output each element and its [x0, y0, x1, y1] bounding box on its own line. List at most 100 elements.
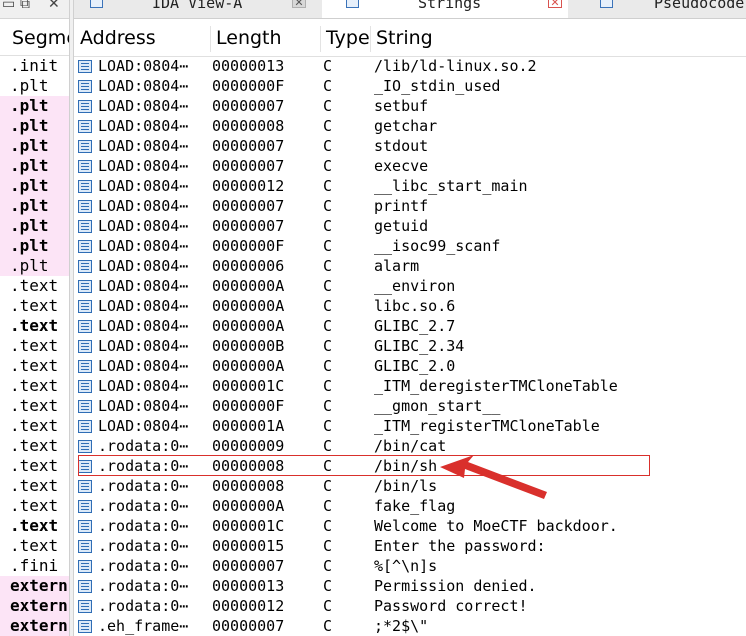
segment-row[interactable]: extern — [0, 576, 69, 596]
column-header-type[interactable]: Type — [320, 20, 370, 56]
table-row[interactable]: LOAD:0804⋯ 00000013 C/lib/ld-linux.so.2 — [74, 56, 746, 76]
table-row[interactable]: LOAD:0804⋯ 0000000A C __environ — [74, 276, 746, 296]
close-icon[interactable]: ✕ — [48, 0, 60, 12]
segment-row[interactable]: .plt — [0, 216, 69, 236]
cell-string: getchar — [374, 117, 438, 135]
cell-type: C — [323, 617, 333, 635]
table-row[interactable]: .rodata:0⋯ 00000013 C Permission denied. — [74, 576, 746, 596]
cell-address: LOAD:0804⋯ — [98, 297, 189, 315]
cell-address: LOAD:0804⋯ — [98, 77, 189, 95]
table-row[interactable]: LOAD:0804⋯ 00000007 Cstdout — [74, 136, 746, 156]
cell-string: fake_flag — [374, 497, 456, 515]
cell-length: 0000001C — [212, 377, 285, 395]
table-row[interactable]: LOAD:0804⋯ 0000000B C GLIBC_2.34 — [74, 336, 746, 356]
segment-row[interactable]: .text — [0, 456, 69, 476]
string-item-icon — [78, 320, 92, 333]
cell-length: 0000001A — [212, 417, 285, 435]
segment-row[interactable]: .fini — [0, 556, 69, 576]
segment-row[interactable]: .text — [0, 396, 69, 416]
table-row[interactable]: .rodata:0⋯ 00000012 C Password correct! — [74, 596, 746, 616]
table-row[interactable]: .eh_frame⋯ 00000007 C ;*2$\" — [74, 616, 746, 636]
tab-close-icon[interactable]: ✕ — [548, 0, 562, 9]
cell-type: C — [323, 297, 333, 315]
segment-row[interactable]: .text — [0, 416, 69, 436]
column-header-address[interactable]: Address — [74, 20, 210, 56]
table-row[interactable]: LOAD:0804⋯ 00000007 Csetbuf — [74, 96, 746, 116]
cell-type: C — [323, 377, 333, 395]
table-row[interactable]: .rodata:0⋯ 00000007 C %[^\n]s — [74, 556, 746, 576]
table-row[interactable]: .rodata:0⋯ 0000000A Cfake_flag — [74, 496, 746, 516]
tab-pseudocode[interactable]: Pseudocode- — [578, 0, 746, 18]
cell-string: stdout — [374, 137, 429, 155]
segments-panel: ▭ ⧉ ✕ Segment .init.plt.plt.plt.plt.plt.… — [0, 0, 69, 636]
tab-strings[interactable]: Strings ✕ — [322, 0, 568, 18]
column-header-string[interactable]: String — [370, 20, 746, 56]
segment-row[interactable]: .text — [0, 536, 69, 556]
segment-row[interactable]: .plt — [0, 116, 69, 136]
cell-type: C — [323, 337, 333, 355]
table-row[interactable]: LOAD:0804⋯ 0000000F C __gmon_start__ — [74, 396, 746, 416]
column-header-length[interactable]: Length — [210, 20, 320, 56]
string-item-icon — [78, 460, 92, 473]
segment-row[interactable]: .text — [0, 296, 69, 316]
segment-row[interactable]: .text — [0, 476, 69, 496]
cell-address: LOAD:0804⋯ — [98, 377, 189, 395]
segment-row[interactable]: .text — [0, 276, 69, 296]
segment-row[interactable]: .text — [0, 496, 69, 516]
table-row[interactable]: .rodata:0⋯ 00000008 C/bin/ls — [74, 476, 746, 496]
restore-icon[interactable]: ▭ — [2, 0, 15, 12]
cell-type: C — [323, 177, 333, 195]
cell-length: 0000000A — [212, 297, 285, 315]
segment-row[interactable]: .plt — [0, 76, 69, 96]
segment-row[interactable]: .plt — [0, 96, 69, 116]
segment-row[interactable]: .plt — [0, 196, 69, 216]
table-row[interactable]: .rodata:0⋯ 0000001C C Welcome to MoeCTF bac… — [74, 516, 746, 536]
table-row[interactable]: LOAD:0804⋯ 0000000A Clibc.so.6 — [74, 296, 746, 316]
segment-row[interactable]: .text — [0, 516, 69, 536]
table-row[interactable]: LOAD:0804⋯ 0000000A C GLIBC_2.7 — [74, 316, 746, 336]
cell-type: C — [323, 497, 333, 515]
maximize-icon[interactable]: ⧉ — [20, 0, 30, 12]
table-row[interactable]: LOAD:0804⋯ 0000000A C GLIBC_2.0 — [74, 356, 746, 376]
segment-row[interactable]: .text — [0, 436, 69, 456]
table-row[interactable]: .rodata:0⋯ 00000009 C/bin/cat — [74, 436, 746, 456]
segment-row[interactable]: extern — [0, 596, 69, 616]
table-row[interactable]: LOAD:0804⋯ 00000007 Cprintf — [74, 196, 746, 216]
string-item-icon — [78, 100, 92, 113]
strings-icon — [346, 0, 359, 8]
tab-close-icon[interactable]: ✕ — [292, 0, 306, 9]
table-row[interactable]: LOAD:0804⋯ 0000000F C _IO_stdin_used — [74, 76, 746, 96]
string-item-icon — [78, 200, 92, 213]
table-row[interactable]: LOAD:0804⋯ 00000012 C __libc_start_main — [74, 176, 746, 196]
cell-address: .rodata:0⋯ — [98, 457, 189, 475]
segment-row[interactable]: .plt — [0, 176, 69, 196]
segment-row[interactable]: .text — [0, 356, 69, 376]
segment-row[interactable]: .text — [0, 336, 69, 356]
table-row[interactable]: LOAD:0804⋯ 00000007 Cgetuid — [74, 216, 746, 236]
segment-row[interactable]: .plt — [0, 236, 69, 256]
table-row[interactable]: LOAD:0804⋯ 00000008 Cgetchar — [74, 116, 746, 136]
table-row[interactable]: .rodata:0⋯ 00000015 C Enter the password: — [74, 536, 746, 556]
table-row[interactable]: LOAD:0804⋯ 0000001C C _ITM_deregisterTMClon… — [74, 376, 746, 396]
segment-row[interactable]: .text — [0, 316, 69, 336]
string-item-icon — [78, 180, 92, 193]
segment-column-header[interactable]: Segment — [0, 20, 69, 56]
string-item-icon — [78, 340, 92, 353]
cell-string: /lib/ld-linux.so.2 — [374, 57, 537, 75]
segments-titlebar: ▭ ⧉ ✕ — [0, 0, 69, 19]
segment-row[interactable]: .plt — [0, 136, 69, 156]
segment-row[interactable]: .text — [0, 376, 69, 396]
segment-row[interactable]: .plt — [0, 256, 69, 276]
cell-length: 0000000A — [212, 317, 285, 335]
cell-type: C — [323, 517, 333, 535]
tab-ida-view-a[interactable]: IDA View-A ✕ — [74, 0, 314, 18]
table-row[interactable]: LOAD:0804⋯ 0000001A C _ITM_registerTMCloneT… — [74, 416, 746, 436]
table-row[interactable]: LOAD:0804⋯ 0000000F C __isoc99_scanf — [74, 236, 746, 256]
segment-row[interactable]: extern — [0, 616, 69, 636]
table-row[interactable]: .rodata:0⋯ 00000008 C/bin/sh — [74, 456, 746, 476]
cell-string: Password correct! — [374, 597, 528, 615]
segment-row[interactable]: .plt — [0, 156, 69, 176]
table-row[interactable]: LOAD:0804⋯ 00000007 Cexecve — [74, 156, 746, 176]
segment-row[interactable]: .init — [0, 56, 69, 76]
table-row[interactable]: LOAD:0804⋯ 00000006 Calarm — [74, 256, 746, 276]
